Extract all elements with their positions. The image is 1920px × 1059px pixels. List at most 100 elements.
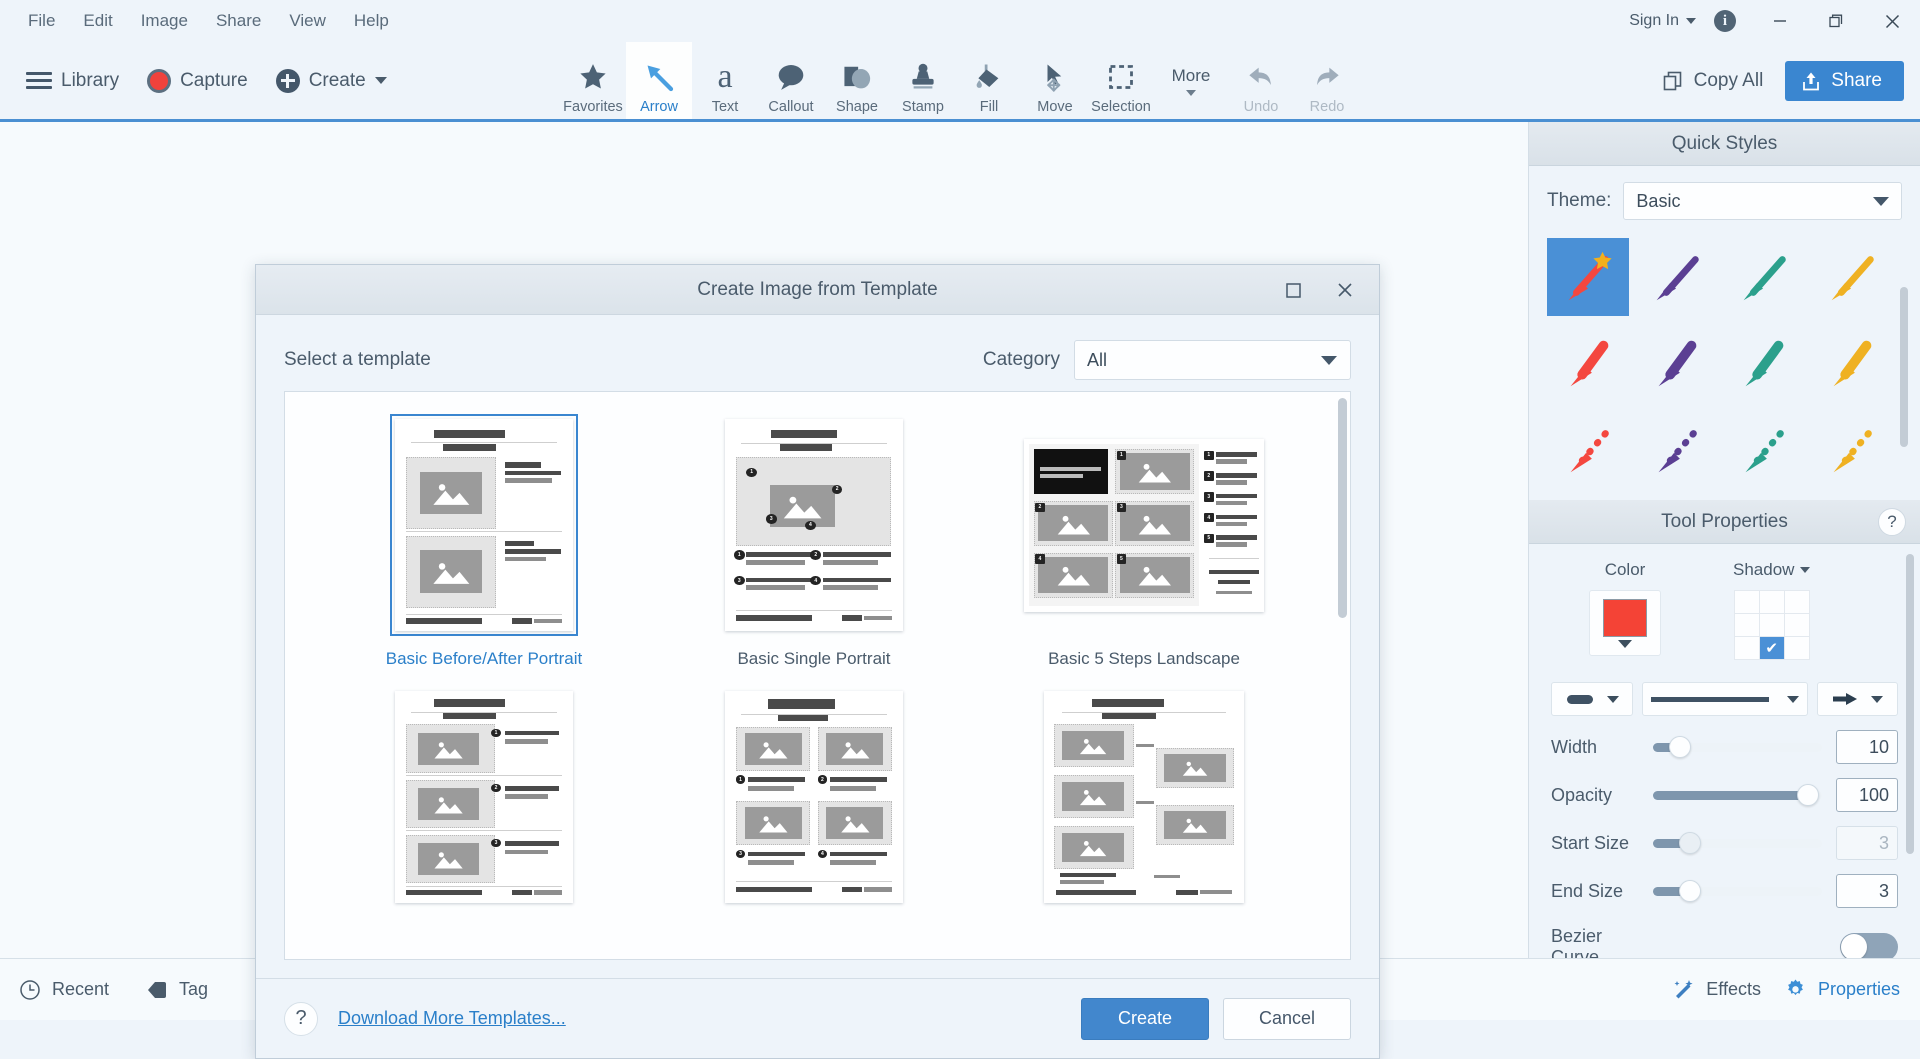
slider-knob[interactable] — [1669, 736, 1691, 758]
slider-knob[interactable] — [1679, 880, 1701, 902]
template-item[interactable]: 1 2 — [979, 414, 1309, 680]
slider-track[interactable] — [1653, 887, 1822, 896]
category-dropdown[interactable]: All — [1074, 340, 1351, 380]
shadow-cell-top-right[interactable] — [1785, 591, 1809, 613]
bezier-curve-toggle[interactable] — [1840, 933, 1898, 958]
line-end-style-dropdown[interactable] — [1551, 682, 1633, 716]
scrollbar-thumb[interactable] — [1338, 398, 1347, 618]
dialog-help-button[interactable]: ? — [284, 1002, 318, 1036]
sign-in-button[interactable]: Sign In — [1619, 8, 1706, 34]
menu-item-help[interactable]: Help — [340, 7, 403, 35]
properties-button[interactable]: Properties — [1783, 977, 1900, 1002]
tool-text[interactable]: a Text — [692, 42, 758, 119]
share-button[interactable]: Share — [1785, 61, 1904, 101]
capture-button[interactable]: Capture — [133, 63, 262, 99]
slider-track[interactable] — [1653, 791, 1822, 800]
menu-item-share[interactable]: Share — [202, 7, 275, 35]
slider-track[interactable] — [1653, 743, 1822, 752]
quick-style-arrow-purple[interactable] — [1635, 238, 1717, 316]
maximize-button[interactable] — [1808, 0, 1864, 42]
template-item[interactable]: Basic Before/After Portrait — [319, 414, 649, 680]
slider-value[interactable]: 10 — [1836, 730, 1898, 764]
shadow-cell-bottom-right[interactable] — [1785, 637, 1809, 659]
template-thumbnail[interactable]: 1 2 3 4 1 — [720, 414, 908, 636]
shadow-cell-top-left[interactable] — [1735, 591, 1759, 613]
template-thumbnail[interactable] — [390, 414, 578, 636]
shadow-cell-bottom-center[interactable]: ✔ — [1760, 637, 1784, 659]
template-gallery-scrollbar[interactable] — [1338, 398, 1347, 953]
color-picker-button[interactable] — [1589, 590, 1661, 656]
tool-arrow[interactable]: Arrow — [626, 42, 692, 119]
quick-style-arrow-yellow-dotted[interactable] — [1810, 410, 1892, 488]
quick-style-arrow-teal-dotted[interactable] — [1723, 410, 1805, 488]
quick-style-arrow-teal-thick[interactable] — [1723, 324, 1805, 402]
redo-button[interactable]: Redo — [1294, 42, 1360, 119]
tool-selection[interactable]: Selection — [1088, 42, 1154, 119]
quick-style-arrow-purple-thick[interactable] — [1635, 324, 1717, 402]
undo-button[interactable]: Undo — [1228, 42, 1294, 119]
library-button[interactable]: Library — [12, 64, 133, 98]
slider-knob[interactable] — [1797, 784, 1819, 806]
template-item[interactable]: 1 2 — [319, 686, 649, 932]
quick-style-arrow-yellow[interactable] — [1810, 238, 1892, 316]
slider-value[interactable]: 3 — [1836, 874, 1898, 908]
tool-favorites[interactable]: Favorites — [560, 42, 626, 119]
copy-all-button[interactable]: Copy All — [1650, 63, 1776, 99]
tool-shape[interactable]: Shape — [824, 42, 890, 119]
tag-button[interactable]: Tag — [127, 979, 226, 1001]
tool-move[interactable]: Move — [1022, 42, 1088, 119]
shadow-cell-mid-center[interactable] — [1760, 614, 1784, 636]
template-thumbnail[interactable]: 1 2 — [390, 686, 578, 908]
quick-style-arrow-red-selected[interactable] — [1547, 238, 1629, 316]
menu-item-image[interactable]: Image — [127, 7, 202, 35]
more-tools-button[interactable]: More — [1154, 42, 1228, 119]
minimize-button[interactable] — [1752, 0, 1808, 42]
recent-button[interactable]: Recent — [0, 978, 127, 1002]
quick-style-arrow-red-thick[interactable] — [1547, 324, 1629, 402]
download-more-templates-link[interactable]: Download More Templates... — [338, 1008, 566, 1029]
tool-stamp[interactable]: Stamp — [890, 42, 956, 119]
slider-track[interactable] — [1653, 839, 1822, 848]
menu-item-edit[interactable]: Edit — [69, 7, 126, 35]
slider-knob[interactable] — [1679, 832, 1701, 854]
template-thumbnail[interactable]: 1 2 — [1019, 414, 1269, 636]
editor-canvas[interactable]: Create Image from Template — [0, 122, 1528, 958]
quick-style-arrow-teal[interactable] — [1723, 238, 1805, 316]
quick-style-arrow-purple-dotted[interactable] — [1635, 410, 1717, 488]
menu-item-file[interactable]: File — [14, 7, 69, 35]
slider-value[interactable]: 100 — [1836, 778, 1898, 812]
shadow-label-group[interactable]: Shadow — [1733, 560, 1810, 580]
window-controls: Sign In i — [1619, 0, 1920, 42]
dialog-maximize-button[interactable] — [1267, 270, 1319, 310]
quick-style-arrow-red-dotted[interactable] — [1547, 410, 1629, 488]
create-button[interactable]: Create — [262, 63, 401, 99]
shadow-cell-top-center[interactable] — [1760, 591, 1784, 613]
template-thumbnail[interactable]: 1 2 — [720, 686, 908, 908]
shadow-cell-mid-left[interactable] — [1735, 614, 1759, 636]
menu-item-view[interactable]: View — [275, 7, 340, 35]
quick-style-arrow-yellow-thick[interactable] — [1810, 324, 1892, 402]
chevron-down-icon — [1607, 696, 1619, 703]
close-button[interactable] — [1864, 0, 1920, 42]
template-item[interactable] — [979, 686, 1309, 932]
line-style-dropdown[interactable] — [1642, 682, 1808, 716]
tool-fill[interactable]: Fill — [956, 42, 1022, 119]
theme-dropdown[interactable]: Basic — [1623, 182, 1902, 220]
info-icon[interactable]: i — [1714, 10, 1736, 32]
cancel-button[interactable]: Cancel — [1223, 998, 1351, 1040]
shadow-direction-grid[interactable]: ✔ — [1734, 590, 1810, 660]
tool-callout[interactable]: Callout — [758, 42, 824, 119]
tool-properties-help-button[interactable]: ? — [1878, 508, 1906, 536]
arrow-head-style-dropdown[interactable] — [1817, 682, 1899, 716]
effects-button[interactable]: Effects — [1672, 978, 1761, 1002]
quick-styles-scrollbar-thumb[interactable] — [1900, 287, 1908, 447]
create-button[interactable]: Create — [1081, 998, 1209, 1040]
shadow-cell-mid-right[interactable] — [1785, 614, 1809, 636]
shadow-cell-bottom-left[interactable] — [1735, 637, 1759, 659]
dialog-close-button[interactable] — [1319, 270, 1371, 310]
tool-label: Favorites — [563, 98, 623, 116]
template-thumbnail[interactable] — [1039, 686, 1249, 908]
template-item[interactable]: 1 2 — [649, 686, 979, 932]
template-item[interactable]: 1 2 3 4 1 — [649, 414, 979, 680]
tool-properties-scrollbar-thumb[interactable] — [1906, 554, 1914, 854]
